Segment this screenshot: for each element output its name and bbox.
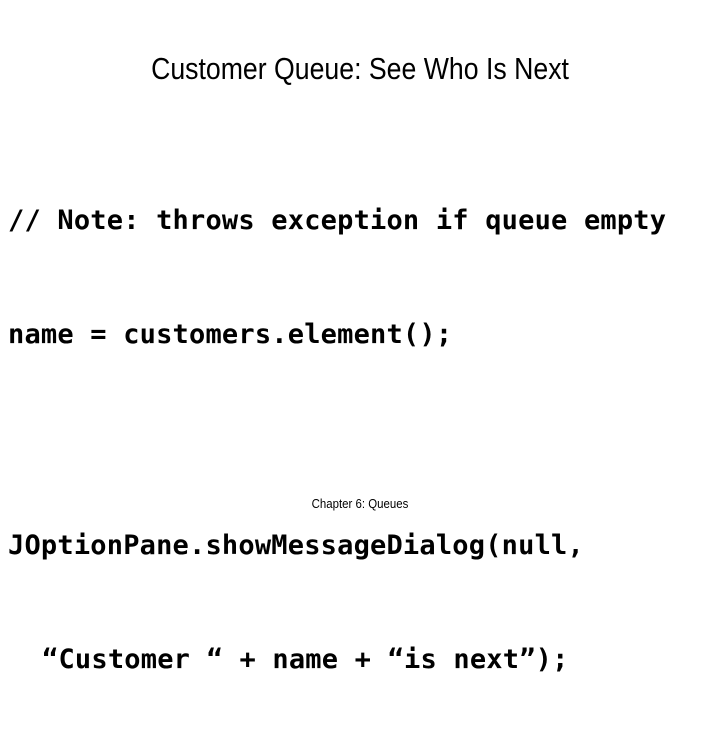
- code-line: // Note: throws exception if queue empty: [8, 205, 667, 236]
- code-line: name = customers.element();: [8, 319, 453, 350]
- code-line: JOptionPane.showMessageDialog(null,: [8, 530, 584, 561]
- page-title: Customer Queue: See Who Is Next: [151, 51, 569, 86]
- code-line: “Customer “ + name + “is next”);: [42, 644, 569, 675]
- code-block: // Note: throws exception if queue empty…: [8, 126, 720, 755]
- slide-canvas: Customer Queue: See Who Is Next // Note:…: [0, 0, 720, 675]
- slide-footer: Chapter 6: Queues: [311, 496, 409, 511]
